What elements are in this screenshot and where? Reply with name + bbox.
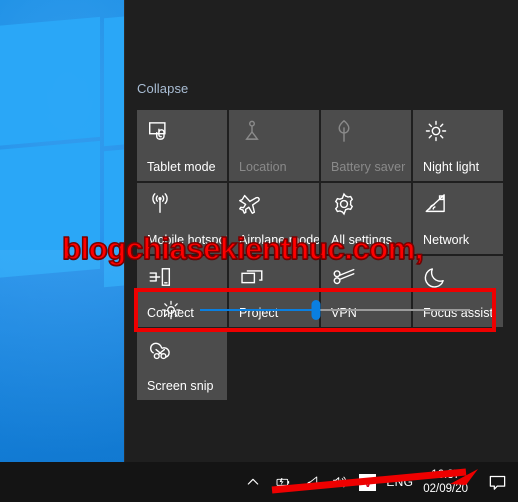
- quick-action-tile-mobile-hotspot[interactable]: Mobile hotspot: [137, 183, 227, 254]
- quick-action-tile-airplane-mode[interactable]: Airplane mode: [229, 183, 319, 254]
- quick-action-tile-network[interactable]: Network: [413, 183, 503, 254]
- system-tray: V ENG 16:37 02/09/20: [237, 462, 518, 502]
- quick-action-tile-label: Tablet mode: [147, 160, 216, 174]
- taskbar: V ENG 16:37 02/09/20: [0, 462, 518, 502]
- volume-icon[interactable]: [331, 474, 347, 490]
- quick-action-tile-label: Night light: [423, 160, 480, 174]
- quick-action-tile-all-settings[interactable]: All settings: [321, 183, 411, 254]
- collapse-row: Collapse: [137, 80, 188, 98]
- battery-saver-icon: [331, 118, 357, 144]
- show-hidden-icons-chevron-icon[interactable]: [245, 474, 261, 490]
- brightness-slider[interactable]: [200, 299, 470, 321]
- quick-action-tile-label: Network: [423, 233, 470, 247]
- quick-action-tile-screen-snip[interactable]: Screen snip: [137, 329, 227, 400]
- project-icon: [239, 264, 265, 290]
- taskbar-clock[interactable]: 16:37 02/09/20: [423, 468, 468, 496]
- clock-date: 02/09/20: [423, 483, 468, 495]
- clock-time: 16:37: [431, 469, 460, 481]
- night-light-icon: [423, 118, 449, 144]
- location-icon: [239, 118, 265, 144]
- quick-action-tile-label: Location: [239, 160, 287, 174]
- quick-action-tile-label: Mobile hotspot: [147, 233, 227, 247]
- action-center-panel: Collapse Tablet mode Location Battery sa…: [125, 0, 518, 462]
- quick-action-tile-label: Screen snip: [147, 379, 214, 393]
- quick-action-tile-label: Airplane mode: [239, 233, 319, 247]
- connect-icon: [147, 264, 173, 290]
- tablet-mode-icon: [147, 118, 173, 144]
- brightness-control-row: [138, 292, 492, 328]
- quick-action-tile-battery-saver[interactable]: Battery saver: [321, 110, 411, 181]
- airplane-mode-icon: [239, 191, 265, 217]
- action-center-speech-bubble-icon: [488, 473, 507, 492]
- action-center-button[interactable]: [478, 462, 516, 502]
- quick-action-tile-grid: Tablet mode Location Battery saver Night…: [137, 110, 505, 400]
- unikey-vn-badge[interactable]: V: [359, 473, 377, 491]
- quick-action-tile-night-light[interactable]: Night light: [413, 110, 503, 181]
- brightness-highlight-box: [134, 288, 496, 332]
- quick-action-tile-tablet-mode[interactable]: Tablet mode: [137, 110, 227, 181]
- moon-icon: [423, 264, 449, 290]
- screen-snip-icon: [147, 337, 173, 363]
- windows-logo-pane-top-left: [0, 16, 100, 148]
- wifi-icon[interactable]: [303, 474, 319, 490]
- brightness-sun-icon[interactable]: [160, 299, 182, 321]
- quick-action-tile-label: Battery saver: [331, 160, 406, 174]
- network-wifi-icon: [423, 191, 449, 217]
- language-indicator[interactable]: ENG: [386, 475, 413, 489]
- mobile-hotspot-icon: [147, 191, 173, 217]
- battery-charging-icon[interactable]: [275, 474, 291, 490]
- brightness-slider-thumb[interactable]: [311, 300, 321, 320]
- brightness-slider-fill: [200, 309, 317, 311]
- quick-action-tile-location[interactable]: Location: [229, 110, 319, 181]
- quick-action-tile-label: All settings: [331, 233, 393, 247]
- collapse-link[interactable]: Collapse: [137, 81, 188, 96]
- vpn-key-icon: [331, 264, 357, 290]
- gear-icon: [331, 191, 357, 217]
